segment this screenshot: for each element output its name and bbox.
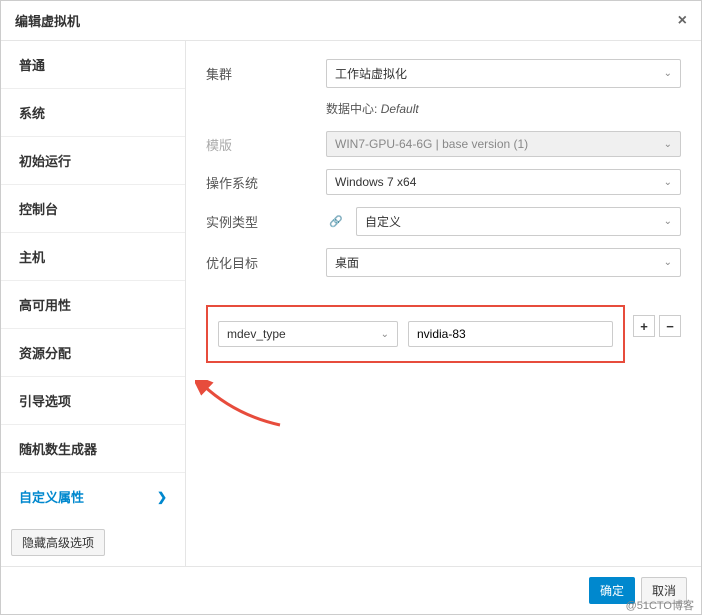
cluster-select[interactable]: 工作站虚拟化 ⌄ [326,59,681,88]
sidebar-item-host[interactable]: 主机 [1,233,185,281]
caret-down-icon: ⌄ [664,257,672,268]
sidebar-item-boot[interactable]: 引导选项 [1,377,185,425]
sidebar-item-rng[interactable]: 随机数生成器 [1,425,185,473]
property-value-input[interactable] [408,321,613,347]
sidebar-item-general[interactable]: 普通 [1,41,185,89]
add-property-button[interactable]: + [633,315,655,337]
sidebar-item-system[interactable]: 系统 [1,89,185,137]
close-icon[interactable]: × [678,12,687,30]
cluster-label: 集群 [206,64,326,83]
dialog-footer: 确定 取消 [1,566,701,614]
chevron-right-icon: ❯ [157,490,167,504]
sidebar-item-console[interactable]: 控制台 [1,185,185,233]
optimize-label: 优化目标 [206,253,326,272]
instance-label: 实例类型 [206,212,326,231]
os-select[interactable]: Windows 7 x64 ⌄ [326,169,681,195]
remove-property-button[interactable]: − [659,315,681,337]
template-select: WIN7-GPU-64-6G | base version (1) ⌄ [326,131,681,157]
main-panel: 集群 工作站虚拟化 ⌄ 数据中心: Default 模版 WIN7-GPU-64… [186,41,701,566]
hide-advanced-button[interactable]: 隐藏高级选项 [11,529,105,556]
property-type-select[interactable]: mdev_type ⌄ [218,321,398,347]
caret-down-icon: ⌄ [664,68,672,79]
dialog-header: 编辑虚拟机 × [1,1,701,41]
optimize-select[interactable]: 桌面 ⌄ [326,248,681,277]
sidebar: 普通 系统 初始运行 控制台 主机 高可用性 资源分配 引导选项 随机数生成器 … [1,41,186,566]
instance-select[interactable]: 自定义 ⌄ [356,207,681,236]
link-icon: 🔗 [326,215,346,228]
custom-property-box: mdev_type ⌄ [206,305,625,363]
sidebar-item-resource[interactable]: 资源分配 [1,329,185,377]
sidebar-item-ha[interactable]: 高可用性 [1,281,185,329]
os-label: 操作系统 [206,173,326,192]
dialog-title: 编辑虚拟机 [15,11,80,30]
caret-down-icon: ⌄ [664,216,672,227]
sidebar-item-initial-run[interactable]: 初始运行 [1,137,185,185]
datacenter-text: 数据中心: Default [326,100,681,117]
sidebar-item-custom-properties[interactable]: 自定义属性 ❯ [1,473,185,519]
caret-down-icon: ⌄ [664,177,672,188]
watermark: @51CTO博客 [626,597,694,613]
template-label: 模版 [206,135,326,154]
caret-down-icon: ⌄ [381,329,389,340]
caret-down-icon: ⌄ [664,139,672,150]
